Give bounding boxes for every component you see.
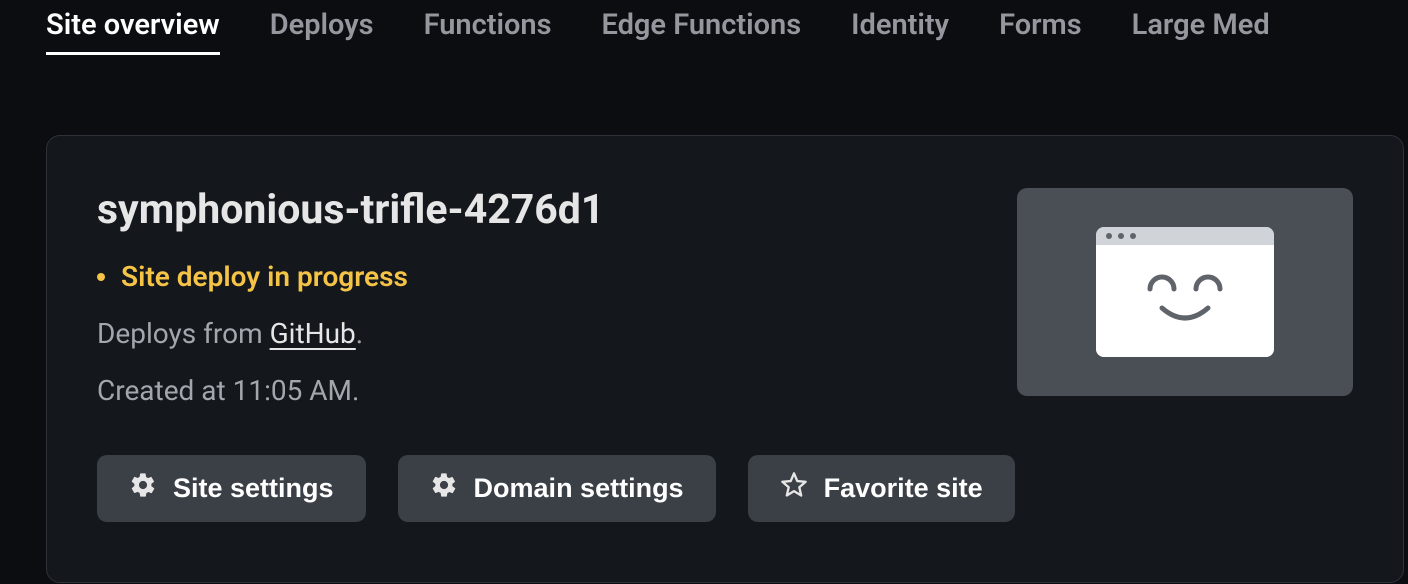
gear-icon [129,471,157,506]
deploy-status-text: Site deploy in progress [121,260,408,293]
deploys-from-prefix: Deploys from [97,317,270,350]
tab-identity[interactable]: Identity [851,8,949,52]
tab-forms[interactable]: Forms [999,8,1082,52]
deploys-from-suffix: . [356,317,363,350]
tab-functions[interactable]: Functions [424,8,552,52]
github-link[interactable]: GitHub [270,317,356,350]
tab-site-overview[interactable]: Site overview [46,8,220,55]
gear-icon [430,471,458,506]
site-tabs: Site overview Deploys Functions Edge Fun… [0,0,1408,55]
tab-large-media[interactable]: Large Med [1132,8,1270,52]
favorite-site-button[interactable]: Favorite site [748,455,1015,522]
site-settings-label: Site settings [173,473,334,504]
site-settings-button[interactable]: Site settings [97,455,366,522]
tab-deploys[interactable]: Deploys [270,8,374,52]
domain-settings-label: Domain settings [474,473,684,504]
favorite-site-label: Favorite site [824,473,983,504]
site-name: symphonious-trifle-4276d1 [97,186,1017,234]
action-buttons: Site settings Domain settings Favorite s… [97,455,1017,522]
site-overview-card: symphonious-trifle-4276d1 Site deploy in… [46,135,1404,583]
status-dot-icon [97,273,105,281]
created-at-line: Created at 11:05 AM. [97,374,1017,407]
browser-window-icon [1096,227,1274,357]
domain-settings-button[interactable]: Domain settings [398,455,716,522]
smile-face-icon [1130,264,1240,338]
deploys-from-line: Deploys from GitHub. [97,317,1017,350]
site-thumbnail[interactable] [1017,188,1353,396]
deploy-status: Site deploy in progress [97,260,1017,293]
star-icon [780,471,808,506]
tab-edge-functions[interactable]: Edge Functions [602,8,802,52]
